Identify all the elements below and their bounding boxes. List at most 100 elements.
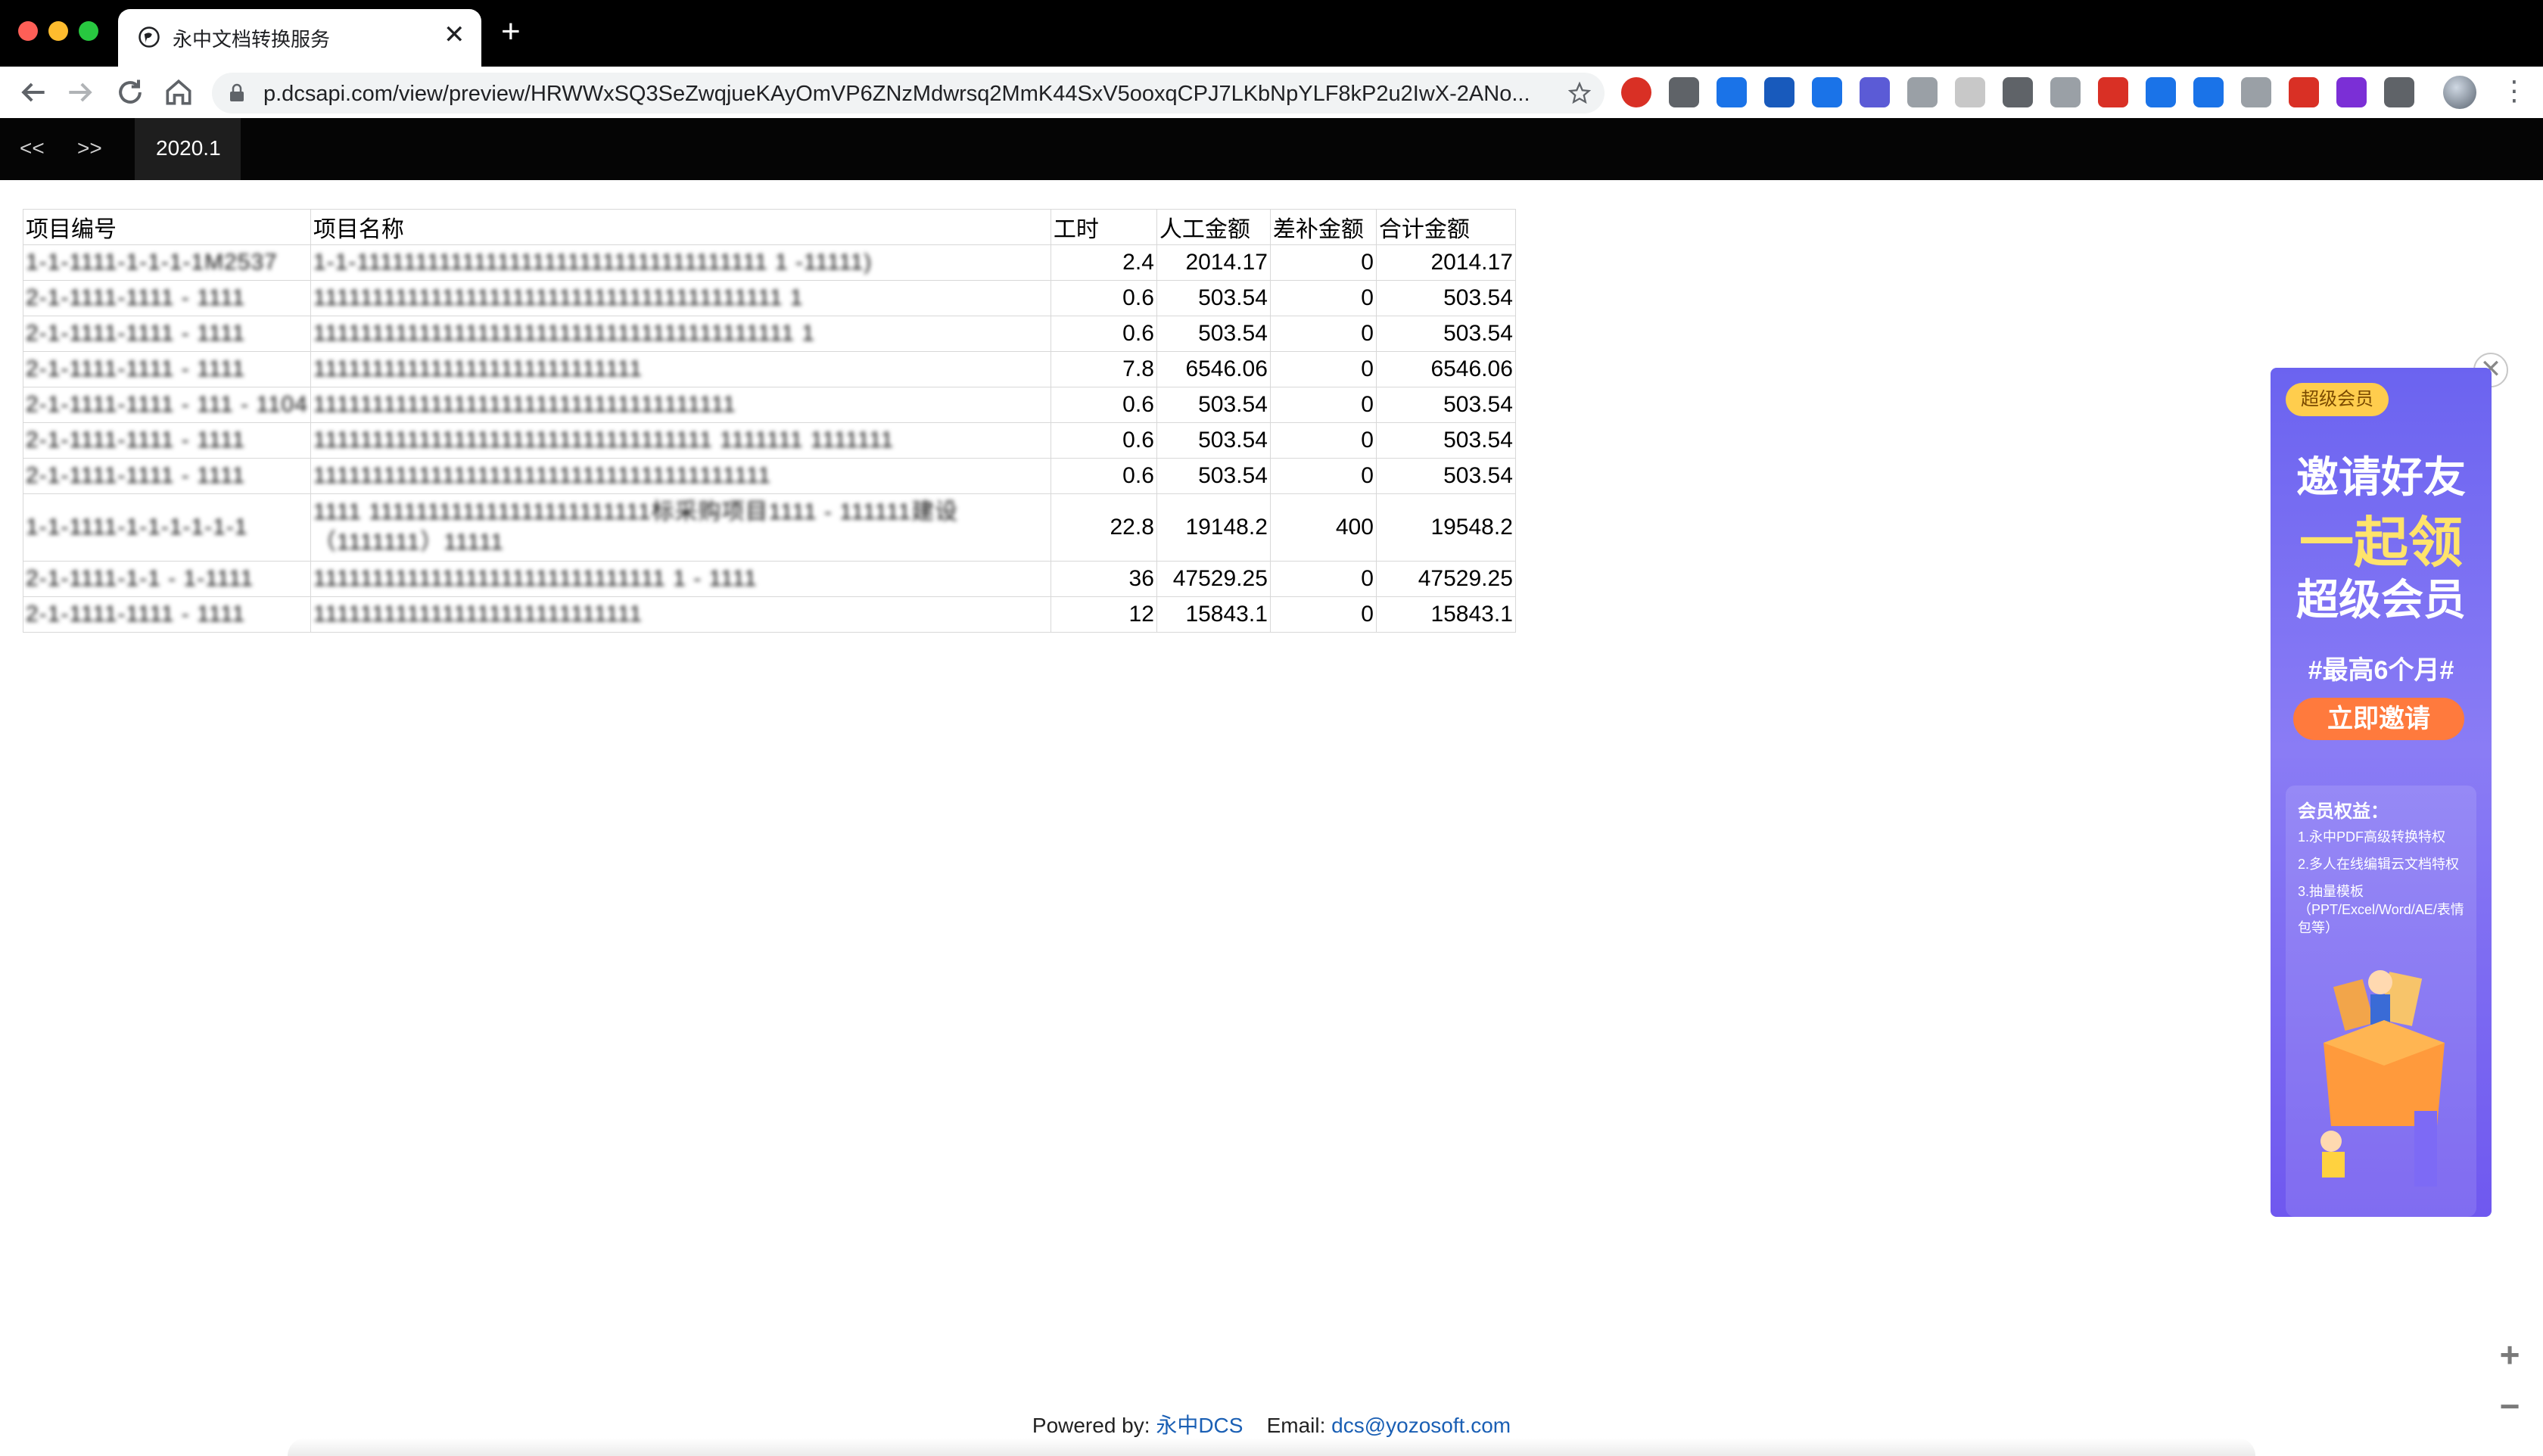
table-row: 1-1-1111-1-1-1-1M2537 1-1-111111111111111… (23, 244, 1516, 281)
subsidy-amount-cell: 0 (1269, 596, 1377, 633)
project-id-cell: 2-1-1111-1111 - 1111 (23, 422, 311, 459)
prev-sheet-button[interactable]: << (20, 136, 45, 160)
subsidy-amount-cell: 0 (1269, 244, 1377, 281)
project-name-cell: 111111111111111111111111111111 1 - 1111 (310, 561, 1051, 597)
project-id-cell-text: 2-1-1111-1111 - 1111 (26, 285, 246, 310)
opera-icon[interactable] (1621, 77, 1651, 107)
word-icon[interactable] (1764, 77, 1794, 107)
ad-headline: 超级会员 (2296, 576, 2466, 624)
home-icon[interactable] (162, 76, 195, 109)
labor-amount-cell-text: 47529.25 (1172, 566, 1268, 591)
table-header-row: 项目编号 项目名称 工时 人工金额 差补金额 合计金额 (23, 209, 1516, 245)
project-name-cell-text: 1-1-11111111111111111111111111111111111 … (313, 250, 873, 275)
labor-amount-cell: 503.54 (1156, 458, 1271, 494)
reload-icon[interactable] (114, 76, 147, 109)
vip-badge: 超级会员 (2286, 383, 2389, 416)
address-bar[interactable]: p.dcsapi.com/view/preview/HRWWxSQ3SeZwqj… (212, 73, 1605, 114)
subsidy-amount-cell-text: 0 (1361, 321, 1374, 346)
column-header: 项目名称 (310, 209, 1051, 245)
project-name-cell: 1111111111111111111111111111111111 11111… (310, 422, 1051, 459)
back-icon[interactable] (17, 76, 50, 109)
project-name-cell-text: 111111111111111111111111111111 1 - 1111 (313, 566, 758, 591)
rp-icon[interactable] (2336, 77, 2367, 107)
total-amount-cell: 503.54 (1375, 458, 1516, 494)
minimize-window-button[interactable] (48, 21, 68, 41)
powered-by-label: Powered by: (1032, 1414, 1150, 1437)
sheet-tab-2020-1[interactable]: 2020.1 (135, 118, 241, 180)
tab-close-button[interactable]: ✕ (444, 20, 465, 50)
browser-titlebar: 永中文档转换服务 ✕ + (0, 0, 2543, 67)
hours-cell-text: 7.8 (1122, 356, 1154, 381)
pin-icon[interactable] (2289, 77, 2319, 107)
labor-amount-cell-text: 15843.1 (1185, 602, 1268, 627)
benefit-item: 1.永中PDF高级转换特权 (2298, 829, 2446, 845)
hours-cell-text: 36 (1128, 566, 1154, 591)
total-amount-cell-text: 503.54 (1443, 285, 1513, 310)
url-text[interactable]: p.dcsapi.com/view/preview/HRWWxSQ3SeZwqj… (263, 82, 1542, 107)
table-row: 2-1-1111-1111 - 1111 11111111111111111111… (23, 458, 1516, 494)
link-icon[interactable] (1669, 77, 1699, 107)
dcs-link[interactable]: 永中DCS (1156, 1414, 1243, 1437)
translate-icon[interactable] (2193, 77, 2224, 107)
hours-cell: 22.8 (1050, 493, 1157, 562)
project-name-cell: 111111111111111111111111111111111111111 (310, 458, 1051, 494)
puzzle-icon[interactable] (2384, 77, 2414, 107)
reader-icon[interactable] (1907, 77, 1938, 107)
email-label: Email: (1266, 1414, 1326, 1437)
doc-icon[interactable] (2241, 77, 2271, 107)
download-icon[interactable] (1717, 77, 1747, 107)
spreadsheet-table: 项目编号 项目名称 工时 人工金额 差补金额 合计金额 1-1-1111-1-1… (23, 209, 1516, 633)
hours-cell: 7.8 (1050, 351, 1157, 387)
hours-cell: 12 (1050, 596, 1157, 633)
stack-icon[interactable] (2146, 77, 2176, 107)
hours-cell: 0.6 (1050, 387, 1157, 423)
project-name-cell-text: 111111111111111111111111111111111111 (313, 392, 736, 417)
subsidy-amount-cell-text: 0 (1361, 285, 1374, 310)
footer-divider (288, 1438, 2255, 1456)
bookmark-star-icon[interactable] (1568, 82, 1591, 104)
browser-menu-icon[interactable]: ⋮ (2501, 74, 2528, 107)
subsidy-amount-cell-text: 0 (1361, 428, 1374, 453)
browser-tab[interactable]: 永中文档转换服务 ✕ (118, 9, 481, 67)
grid-icon[interactable] (1955, 77, 1985, 107)
project-name-cell-text: 1111 111111111111111111111111标采购项目1111 -… (313, 499, 959, 555)
project-name-cell-text: 1111111111111111111111111111 (313, 356, 643, 381)
invite-promo-banner[interactable]: 超级会员 邀请好友 一起领 超级会员 #最高6个月# 立即邀请 会员权益： 1.… (2271, 368, 2492, 1217)
lock-icon[interactable] (229, 83, 245, 103)
project-name-cell: 1111111111111111111111111111111111111111… (310, 280, 1051, 316)
subsidy-amount-cell: 0 (1269, 387, 1377, 423)
pdf-icon[interactable] (2098, 77, 2128, 107)
project-name-cell: 111111111111111111111111111111111111 (310, 387, 1051, 423)
total-amount-cell-text: 47529.25 (1418, 566, 1513, 591)
close-window-button[interactable] (18, 21, 38, 41)
column-header: 差补金额 (1269, 209, 1377, 245)
subsidy-amount-cell-text: 0 (1361, 602, 1374, 627)
table-row: 1-1-1111-1-1-1-1-1-1 1111 111111111111111… (23, 493, 1516, 562)
new-tab-button[interactable]: + (501, 15, 521, 48)
benefit-item: 2.多人在线编辑云文档特权 (2298, 857, 2460, 872)
check-icon[interactable] (1860, 77, 1890, 107)
total-amount-cell-text: 15843.1 (1430, 602, 1513, 627)
hours-cell-text: 0.6 (1122, 321, 1154, 346)
hours-cell-text: 0.6 (1122, 285, 1154, 310)
next-sheet-button[interactable]: >> (77, 136, 102, 160)
project-id-cell-text: 1-1-1111-1-1-1-1M2537 (26, 250, 278, 275)
project-id-cell-text: 2-1-1111-1111 - 1111 (26, 356, 246, 381)
edit-icon[interactable] (1812, 77, 1842, 107)
table-row: 2-1-1111-1111 - 1111 11111111111111111111… (23, 422, 1516, 459)
zoom-in-button[interactable]: + (2492, 1336, 2528, 1373)
labor-amount-cell-text: 2014.17 (1185, 250, 1268, 275)
total-amount-cell: 19548.2 (1375, 493, 1516, 562)
email-link[interactable]: dcs@yozosoft.com (1331, 1414, 1511, 1437)
profile-avatar[interactable] (2443, 76, 2476, 109)
subsidy-amount-cell-text: 0 (1361, 392, 1374, 417)
table-row: 2-1-1111-1111 - 1111 11111111111111111111… (23, 280, 1516, 316)
forward-icon[interactable] (64, 76, 97, 109)
subsidy-amount-cell: 0 (1269, 422, 1377, 459)
invite-now-button[interactable]: 立即邀请 (2293, 698, 2464, 740)
ad-headline: 邀请好友 (2296, 453, 2466, 501)
cursor-icon[interactable] (2050, 77, 2081, 107)
table-row: 2-1-1111-1111 - 1111 11111111111111111111… (23, 351, 1516, 387)
vue-icon[interactable] (2003, 77, 2033, 107)
maximize-window-button[interactable] (79, 21, 98, 41)
